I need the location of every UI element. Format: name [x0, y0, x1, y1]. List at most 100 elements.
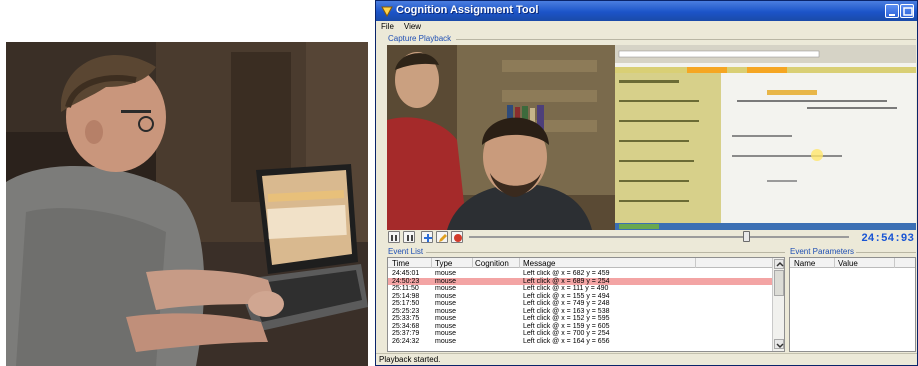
table-row[interactable]: 25:17:50 mouse Left click @ x = 749 y = 24… [388, 300, 772, 308]
cell-message: Left click @ x = 159 y = 605 [523, 322, 610, 330]
event-list-scrollbar[interactable] [772, 258, 784, 351]
status-text: Playback started. [379, 355, 441, 364]
cell-time: 25:11:50 [392, 285, 419, 292]
cell-type: mouse [435, 322, 457, 330]
table-row[interactable]: 25:25:23 mouse Left click @ x = 163 y = 53… [388, 308, 772, 316]
cell-message: Left click @ x = 164 y = 656 [523, 337, 610, 345]
maximize-button[interactable] [900, 4, 914, 18]
maximize-icon [903, 7, 913, 16]
cell-time: 25:34:68 [392, 322, 420, 330]
status-bar: Playback started. [376, 353, 917, 365]
cell-type: mouse [435, 300, 457, 307]
capture-playback-label: Capture Playback [388, 34, 452, 43]
event-parameters-header: Name Value [790, 258, 915, 268]
scroll-up-button[interactable] [774, 259, 784, 269]
capture-video-player[interactable] [387, 45, 916, 230]
photo-illustration [6, 42, 368, 366]
scroll-thumb[interactable] [774, 270, 784, 296]
video-frame [387, 45, 916, 230]
chevron-down-icon [776, 343, 784, 349]
cell-time: 24:45:01 [392, 270, 420, 277]
prev-segment-button[interactable] [388, 231, 400, 243]
playback-controls: 24:54:93 [387, 230, 916, 246]
cell-message: Left click @ x = 682 y = 459 [523, 270, 610, 277]
table-row[interactable]: 25:11:50 mouse Left click @ x = 111 y = 49… [388, 285, 772, 293]
column-time[interactable]: Time [392, 259, 409, 268]
event-list-header: Time Type Cognition Message [388, 258, 772, 268]
table-row[interactable]: 25:14:98 mouse Left click @ x = 155 y = 49… [388, 293, 772, 301]
column-divider [519, 258, 520, 268]
cell-type: mouse [435, 307, 457, 315]
chevron-up-icon [776, 261, 784, 267]
window-title: Cognition Assignment Tool [396, 4, 539, 16]
cell-type: mouse [435, 285, 457, 292]
cell-time: 25:33:75 [392, 315, 420, 322]
cell-type: mouse [435, 315, 457, 322]
cell-message: Left click @ x = 111 y = 490 [523, 285, 609, 292]
table-row[interactable]: 26:24:32 mouse Left click @ x = 164 y = 65… [388, 338, 772, 346]
menu-file[interactable]: File [376, 21, 399, 31]
column-divider [472, 258, 473, 268]
table-row[interactable]: 24:45:01 mouse Left click @ x = 682 y = 45… [388, 270, 772, 278]
column-divider [695, 258, 696, 268]
event-parameters-divider [856, 252, 916, 253]
cell-type: mouse [435, 337, 457, 345]
plus-icon [424, 234, 432, 242]
cell-type: mouse [435, 270, 457, 277]
pause-icon [407, 235, 413, 241]
app-icon [381, 6, 393, 17]
event-list-rows: 24:45:01 mouse Left click @ x = 682 y = 45… [388, 270, 772, 353]
pause-button[interactable] [403, 231, 415, 243]
table-row[interactable]: 24:50:23 mouse Left click @ x = 689 y = 25… [388, 277, 772, 285]
minimize-icon [889, 14, 895, 16]
event-list-label: Event List [388, 247, 424, 256]
cell-time: 25:37:79 [392, 330, 420, 337]
record-icon [454, 234, 462, 242]
cell-time: 25:17:50 [392, 300, 420, 307]
cell-message: Left click @ x = 152 y = 595 [523, 315, 610, 322]
event-parameters-label: Event Parameters [790, 247, 855, 256]
column-cognition[interactable]: Cognition [475, 259, 509, 268]
menu-view[interactable]: View [399, 21, 426, 31]
table-row[interactable]: 25:34:68 mouse Left click @ x = 159 y = 60… [388, 323, 772, 331]
column-name[interactable]: Name [794, 259, 815, 268]
column-type[interactable]: Type [435, 259, 452, 268]
cell-message: Left click @ x = 700 y = 254 [523, 330, 610, 337]
menu-bar: File View [376, 21, 917, 33]
cell-message: Left click @ x = 155 y = 494 [523, 292, 610, 300]
pencil-icon [439, 234, 447, 242]
event-list-table: Time Type Cognition Message 24:45:01 mous… [387, 257, 785, 352]
cell-type: mouse [435, 330, 457, 337]
add-button[interactable] [421, 231, 433, 243]
column-divider [834, 258, 835, 268]
playback-time: 24:54:93 [861, 233, 914, 245]
column-divider [431, 258, 432, 268]
app-window: Cognition Assignment Tool File View Captu… [375, 0, 918, 366]
photo-user-at-laptop [6, 42, 368, 366]
scroll-down-button[interactable] [774, 339, 784, 349]
record-button[interactable] [451, 231, 463, 243]
cell-message: Left click @ x = 749 y = 248 [523, 300, 610, 307]
cell-time: 26:24:32 [392, 337, 420, 345]
cell-type: mouse [435, 292, 457, 300]
cell-time: 25:14:98 [392, 292, 420, 300]
column-divider [894, 258, 895, 268]
cell-time: 25:25:23 [392, 307, 420, 315]
event-parameters-table: Name Value [789, 257, 916, 352]
cell-message: Left click @ x = 689 y = 254 [523, 277, 610, 285]
table-row[interactable]: 25:37:79 mouse Left click @ x = 700 y = 25… [388, 330, 772, 338]
minimize-button[interactable] [885, 4, 899, 18]
capture-group-divider [456, 39, 916, 40]
edit-button[interactable] [436, 231, 448, 243]
column-message[interactable]: Message [523, 259, 555, 268]
cell-type: mouse [435, 277, 457, 285]
cell-time: 24:50:23 [392, 277, 420, 285]
column-value[interactable]: Value [838, 259, 858, 268]
playback-slider-thumb[interactable] [743, 231, 751, 242]
event-list-divider [426, 252, 785, 253]
cell-message: Left click @ x = 163 y = 538 [523, 307, 610, 315]
title-bar[interactable]: Cognition Assignment Tool [376, 1, 917, 21]
skip-back-icon [391, 235, 397, 241]
table-row[interactable]: 25:33:75 mouse Left click @ x = 152 y = 59… [388, 315, 772, 323]
playback-slider[interactable] [469, 231, 849, 242]
